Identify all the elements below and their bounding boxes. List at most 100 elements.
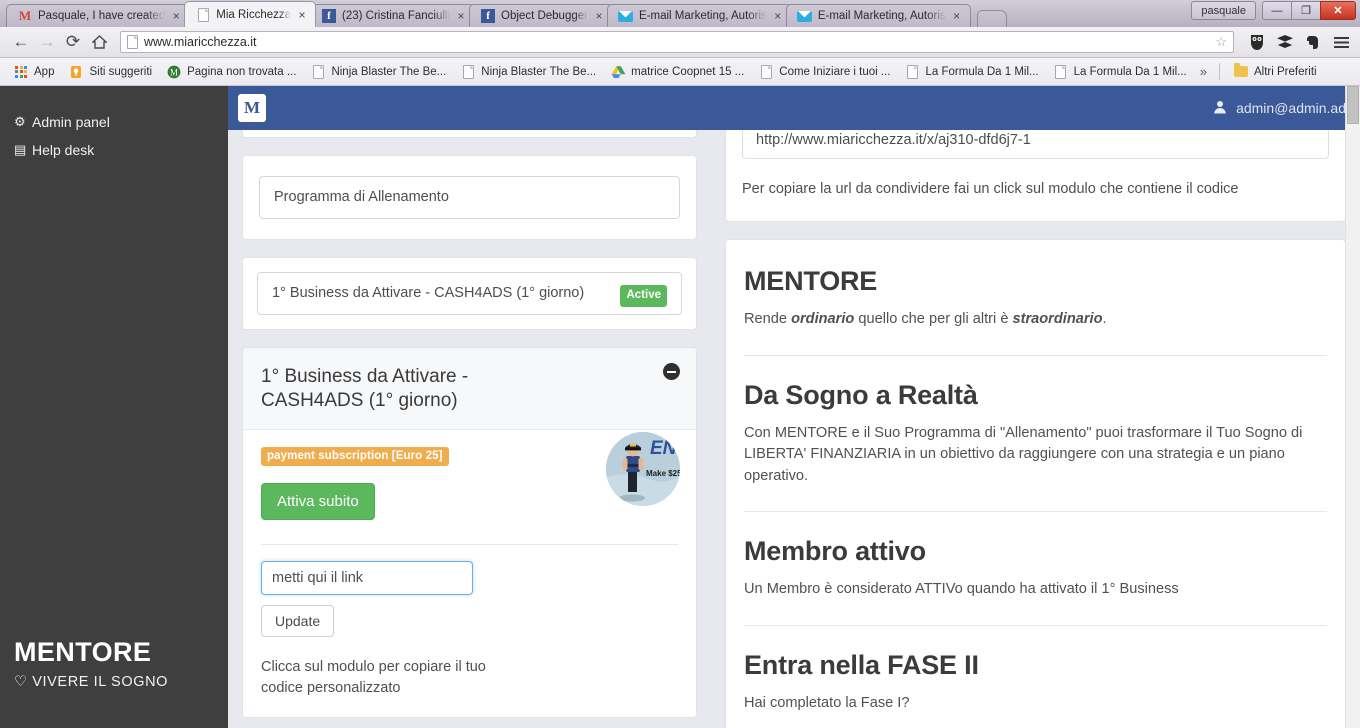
reload-icon[interactable]: ⟳	[60, 29, 86, 55]
section-entra-nella-fase-ii: Entra nella FASE II Hai completato la Fa…	[744, 650, 1327, 728]
business-summary-field[interactable]: Active 1° Business da Attivare - CASH4AD…	[257, 272, 682, 316]
business-summary-card: Active 1° Business da Attivare - CASH4AD…	[242, 257, 697, 331]
home-glyph	[91, 35, 107, 49]
home-icon[interactable]	[86, 29, 112, 55]
document-icon	[905, 64, 921, 79]
sidebar-brand-tagline: VIVERE IL SOGNO	[32, 674, 169, 690]
text-part: Rende	[744, 311, 792, 327]
browser-profile-chip[interactable]: pasquale	[1191, 1, 1256, 20]
sidebar-item-label: Admin panel	[32, 114, 110, 130]
bookmark-ninja-blaster-2[interactable]: Ninja Blaster The Be...	[453, 61, 603, 83]
close-icon[interactable]: ×	[169, 9, 183, 23]
activate-button[interactable]: Attiva subito	[261, 482, 375, 520]
text-part-emphasis: straordinario	[1012, 311, 1103, 327]
folder-icon	[1233, 63, 1249, 77]
hootsuite-owl-icon[interactable]	[1246, 31, 1268, 53]
app-content: M admin@admin.ad Programma di Allenament…	[228, 86, 1360, 728]
bookmarks-divider	[1218, 63, 1220, 80]
tab-strip: M Pasquale, I have created × Mia Ricchez…	[0, 0, 1360, 27]
browser-tab-2[interactable]: f (23) Cristina Fanciulli ×	[310, 4, 476, 27]
facebook-icon: f	[480, 8, 496, 24]
close-icon[interactable]: ×	[950, 9, 964, 23]
bookmark-label: App	[34, 65, 55, 78]
share-url-card: http://www.miaricchezza.it/x/aj310-dfd6j…	[725, 130, 1346, 222]
business-panel-title: 1° Business da Attivare - CASH4ADS (1° g…	[261, 366, 469, 412]
section-membro-attivo: Membro attivo Un Membro è considerato AT…	[744, 536, 1327, 601]
left-column: Programma di Allenamento Active 1° Busin…	[242, 130, 697, 728]
address-bar[interactable]: www.miaricchezza.it ☆	[120, 31, 1234, 53]
sidebar-item-help-desk[interactable]: ▤ Help desk	[0, 136, 228, 164]
buffer-layers-icon[interactable]	[1274, 31, 1296, 53]
chrome-menu-icon[interactable]	[1330, 31, 1352, 53]
heart-icon: ♡	[14, 674, 28, 690]
payment-label: payment subscription [Euro 25]	[261, 446, 449, 466]
program-field[interactable]: Programma di Allenamento	[259, 176, 680, 220]
update-button[interactable]: Update	[261, 604, 335, 637]
business-summary-body: Active 1° Business da Attivare - CASH4AD…	[243, 258, 696, 329]
text-part-emphasis: ordinario	[791, 311, 855, 327]
google-drive-icon	[610, 65, 626, 79]
bookmark-altri-preferiti[interactable]: Altri Preferiti	[1226, 61, 1324, 83]
section-paragraph: Un Membro è considerato ATTIVo quando ha…	[744, 581, 1179, 598]
maximize-button[interactable]: ❐	[1291, 1, 1320, 20]
topbar-user-area[interactable]: admin@admin.ad	[1213, 100, 1346, 117]
sidebar-item-admin-panel[interactable]: ⚙ Admin panel	[0, 108, 228, 136]
browser-tab-4[interactable]: E-mail Marketing, Autoris ×	[606, 4, 792, 27]
bookmark-ninja-blaster-1[interactable]: Ninja Blaster The Be...	[303, 61, 453, 83]
minus-circle-icon[interactable]	[663, 363, 680, 381]
evernote-elephant-icon[interactable]	[1302, 31, 1324, 53]
link-form: Update Clicca sul modulo per copiare il …	[243, 545, 696, 717]
close-icon[interactable]: ×	[454, 9, 468, 23]
link-input[interactable]	[261, 560, 473, 595]
bookmark-matrice-coopnet[interactable]: matrice Coopnet 15 ...	[603, 61, 751, 83]
tab-title: (23) Cristina Fanciulli	[342, 10, 451, 22]
bookmark-la-formula-2[interactable]: La Formula Da 1 Mil...	[1046, 61, 1194, 83]
tab-title: E-mail Marketing, Autoris	[817, 10, 946, 22]
close-icon[interactable]: ×	[295, 8, 309, 22]
section-heading: MENTORE	[744, 266, 878, 296]
minimize-button[interactable]: —	[1262, 1, 1291, 20]
browser-tab-5[interactable]: E-mail Marketing, Autoris ×	[785, 4, 971, 27]
lightbulb-icon	[68, 65, 84, 79]
clipped-card-above	[242, 130, 697, 138]
section-paragraph: Hai completato la Fase I?	[744, 694, 910, 711]
section-da-sogno-a-realta: Da Sogno a Realtà Con MENTORE e il Suo P…	[744, 380, 1327, 488]
page-scrollbar[interactable]	[1345, 86, 1360, 728]
document-icon	[310, 64, 326, 79]
bookmark-label: Ninja Blaster The Be...	[331, 65, 447, 78]
close-icon[interactable]: ×	[771, 9, 785, 23]
tab-title: Mia Ricchezza	[216, 8, 292, 21]
browser-tab-3[interactable]: f Object Debugger ×	[469, 4, 613, 27]
sidebar-brand-tagline-row: ♡ VIVERE IL SOGNO	[14, 674, 214, 690]
new-tab-button[interactable]	[976, 10, 1007, 27]
bookmark-siti-suggeriti[interactable]: Siti suggeriti	[61, 61, 159, 83]
business-panel-body: payment subscription [Euro 25] Attiva su…	[243, 430, 696, 545]
share-url-body: http://www.miaricchezza.it/x/aj310-dfd6j…	[726, 130, 1345, 221]
bookmarks-overflow-icon[interactable]: »	[1194, 64, 1213, 79]
green-circle-icon: M	[166, 65, 182, 79]
close-window-button[interactable]: ✕	[1320, 1, 1356, 20]
share-url-field[interactable]: http://www.miaricchezza.it/x/aj310-dfd6j…	[742, 130, 1329, 159]
book-icon: ▤	[14, 142, 27, 157]
section-heading: Da Sogno a Realtà	[744, 379, 978, 410]
window-controls: pasquale — ❐ ✕	[1191, 1, 1356, 20]
app-logo[interactable]: M	[238, 94, 266, 122]
program-card-body: Programma di Allenamento	[243, 156, 696, 239]
close-icon[interactable]: ×	[592, 9, 606, 23]
bookmark-come-iniziare[interactable]: Come Iniziare i tuoi ...	[751, 61, 897, 83]
forward-icon[interactable]: →	[34, 29, 60, 55]
browser-toolbar: ← → ⟳ www.miaricchezza.it ☆	[0, 27, 1360, 58]
bookmark-pagina-non-trovata[interactable]: M Pagina non trovata ...	[159, 61, 303, 83]
info-sections-card: MENTORE Rende ordinario quello che per g…	[725, 239, 1346, 728]
browser-tab-0[interactable]: M Pasquale, I have created ×	[6, 4, 191, 27]
bookmark-label: La Formula Da 1 Mil...	[1073, 65, 1187, 78]
bookmark-star-icon[interactable]: ☆	[1215, 34, 1227, 50]
back-icon[interactable]: ←	[8, 29, 34, 55]
bookmark-apps[interactable]: App	[6, 61, 61, 83]
browser-tab-1[interactable]: Mia Ricchezza ×	[184, 1, 317, 27]
bookmark-la-formula-1[interactable]: La Formula Da 1 Mil...	[898, 61, 1046, 83]
section-divider	[744, 354, 1327, 356]
scrollbar-thumb[interactable]	[1347, 86, 1359, 124]
business-summary-title: 1° Business da Attivare - CASH4ADS (1° g…	[272, 285, 585, 302]
business-panel-header[interactable]: 1° Business da Attivare - CASH4ADS (1° g…	[243, 348, 696, 430]
